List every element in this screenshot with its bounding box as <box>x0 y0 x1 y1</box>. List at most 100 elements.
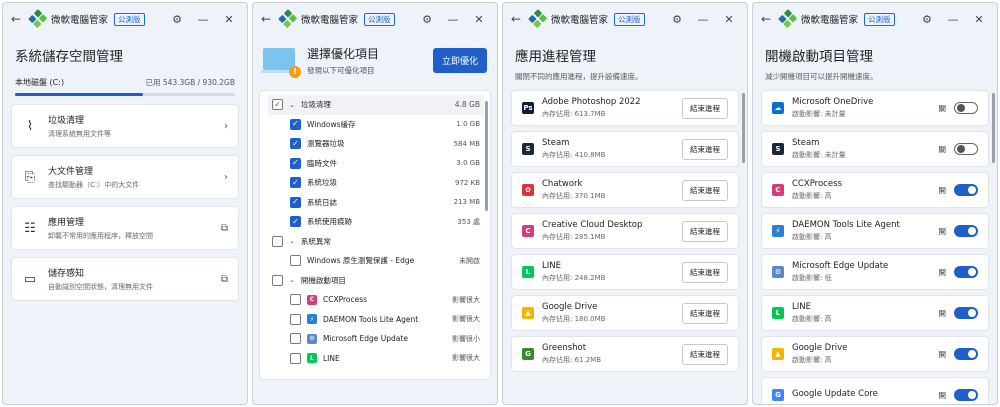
external-link-icon[interactable]: ⧉ <box>221 274 228 285</box>
optimize-item-row[interactable]: ✓ 系統日誌 213 MB <box>268 193 484 213</box>
close-icon[interactable]: ✕ <box>969 13 989 26</box>
item-checkbox[interactable]: ✓ <box>290 177 301 189</box>
item-checkbox[interactable]: ✓ <box>290 157 301 169</box>
end-process-button[interactable]: 結束進程 <box>682 97 728 119</box>
optimize-item-row[interactable]: ✓ 系統垃圾 972 KB <box>268 173 484 193</box>
optimize-item-row[interactable]: ✓ Windows緩存 1.0 GB <box>268 115 484 135</box>
item-checkbox[interactable] <box>290 313 301 325</box>
startup-toggle[interactable] <box>954 225 978 237</box>
optimize-group-row[interactable]: ⌄ 系統異常 <box>268 232 484 252</box>
storage-tool-card[interactable]: ▭ 儲存感知 自動識別空間狀態，清理無用文件 ⧉ <box>11 257 239 301</box>
beta-badge: 公測版 <box>614 12 645 26</box>
item-label: DAEMON Tools Lite Agent <box>323 314 419 324</box>
gear-icon[interactable]: ⚙ <box>667 13 687 26</box>
close-icon[interactable]: ✕ <box>719 13 739 26</box>
startup-toggle[interactable] <box>954 184 978 196</box>
app-logo-icon <box>778 9 798 29</box>
minimize-icon[interactable]: — <box>693 13 713 26</box>
steam-icon: S <box>772 143 784 155</box>
startup-toggle[interactable] <box>954 348 978 360</box>
optimize-item-row[interactable]: Windows 原生瀏覽保護 - Edge 未開啟 <box>268 251 484 271</box>
optimize-item-row[interactable]: C CCXProcess 影響很大 <box>268 290 484 310</box>
group-checkbox[interactable] <box>272 235 283 247</box>
onedrive-icon: ☁ <box>772 102 784 114</box>
startup-name: CCXProcess <box>792 179 842 189</box>
startup-toggle[interactable] <box>954 266 978 278</box>
optimize-item-row[interactable]: ✓ 系統使用痕跡 353 處 <box>268 212 484 232</box>
item-checkbox[interactable]: ✓ <box>290 196 301 208</box>
end-process-button[interactable]: 結束進程 <box>682 343 728 365</box>
item-checkbox[interactable] <box>290 294 301 306</box>
chevron-right-icon[interactable]: › <box>224 121 228 132</box>
optimize-item-row[interactable]: ✓ 臨時文件 3.0 GB <box>268 154 484 174</box>
storage-tool-card[interactable]: ☷ 應用管理 卸載不常用的應用程序，釋放空間 ⧉ <box>11 206 239 250</box>
tool-desc: 卸載不常用的應用程序，釋放空間 <box>48 232 153 240</box>
end-process-button[interactable]: 結束進程 <box>682 261 728 283</box>
item-checkbox[interactable]: ✓ <box>290 216 301 228</box>
startup-name: Microsoft Edge Update <box>792 261 889 271</box>
page-subtitle: 發現以下可優化項目 <box>307 66 375 75</box>
minimize-icon[interactable]: — <box>943 13 963 26</box>
optimize-item-row[interactable]: ⚡ DAEMON Tools Lite Agent 影響很大 <box>268 310 484 330</box>
item-checkbox[interactable]: ✓ <box>290 138 301 150</box>
minimize-icon[interactable]: — <box>443 13 463 26</box>
group-checkbox[interactable] <box>272 274 283 286</box>
end-process-button[interactable]: 結束進程 <box>682 179 728 201</box>
scrollbar[interactable] <box>742 93 745 163</box>
item-value: 影響很大 <box>452 295 480 304</box>
scrollbar[interactable] <box>485 101 488 211</box>
disk-usage-fill <box>15 93 144 96</box>
process-row: L LINE 內存佔用: 248.2MB 結束進程 <box>511 254 739 290</box>
item-value: 584 MB <box>453 139 480 148</box>
item-checkbox[interactable] <box>290 333 301 345</box>
startup-toggle[interactable] <box>954 143 978 155</box>
startup-toggle[interactable] <box>954 389 978 401</box>
chevron-down-icon[interactable]: ⌄ <box>289 276 295 284</box>
optimize-group-row[interactable]: ✓ ⌄ 垃圾清理 4.8 GB <box>268 95 484 115</box>
end-process-button[interactable]: 結束進程 <box>682 302 728 324</box>
app-title: 微軟電腦管家 <box>51 15 109 26</box>
storage-tool-card[interactable]: ⎘ 大文件管理 查找驅動器（C:）中的大文件 › <box>11 155 239 199</box>
scrollbar[interactable] <box>992 93 995 163</box>
close-icon[interactable]: ✕ <box>469 13 489 26</box>
title-bar: ← 微軟電腦管家 公測版 ⚙ — ✕ <box>3 3 247 35</box>
process-name: LINE <box>542 261 561 271</box>
optimize-group-row[interactable]: ⌄ 開機啟動項目 <box>268 271 484 291</box>
gear-icon[interactable]: ⚙ <box>417 13 437 26</box>
back-arrow-icon[interactable]: ← <box>261 12 275 26</box>
optimize-item-row[interactable]: ✓ 瀏覽器垃圾 584 MB <box>268 134 484 154</box>
minimize-icon[interactable]: — <box>193 13 213 26</box>
chevron-down-icon[interactable]: ⌄ <box>289 237 295 245</box>
close-icon[interactable]: ✕ <box>219 13 239 26</box>
gear-icon[interactable]: ⚙ <box>917 13 937 26</box>
external-link-icon[interactable]: ⧉ <box>221 223 228 234</box>
item-checkbox[interactable] <box>290 352 301 364</box>
back-arrow-icon[interactable]: ← <box>511 12 525 26</box>
end-process-button[interactable]: 結束進程 <box>682 138 728 160</box>
page-subtitle: 關閉不同的應用進程，提升設備速度。 <box>515 72 643 81</box>
item-checkbox[interactable]: ✓ <box>290 118 301 130</box>
startup-window: ← 微軟電腦管家 公測版 ⚙ — ✕ 開機啟動項目管理 減少開機項目可以提升開機… <box>752 2 998 405</box>
startup-toggle[interactable] <box>954 102 978 114</box>
item-label: 瀏覽器垃圾 <box>307 139 345 149</box>
back-arrow-icon[interactable]: ← <box>11 12 25 26</box>
optimize-now-button[interactable]: 立即優化 <box>432 48 487 73</box>
optimize-item-row[interactable]: L LINE 影響很大 <box>268 349 484 369</box>
chevron-right-icon[interactable]: › <box>224 172 228 183</box>
chevron-down-icon[interactable]: ⌄ <box>289 101 295 109</box>
app-logo-icon <box>528 9 548 29</box>
item-checkbox[interactable] <box>290 255 301 267</box>
storage-sense-icon: ▭ <box>23 271 37 287</box>
item-label: 臨時文件 <box>307 158 337 168</box>
group-checkbox[interactable]: ✓ <box>272 99 283 111</box>
startup-toggle[interactable] <box>954 307 978 319</box>
group-label: 垃圾清理 <box>300 100 331 110</box>
end-process-button[interactable]: 結束進程 <box>682 220 728 242</box>
edge-update-icon: ⚙ <box>307 333 317 344</box>
storage-tool-card[interactable]: ⌇ 垃圾清理 清理系統無用文件等 › <box>11 104 239 148</box>
gear-icon[interactable]: ⚙ <box>167 13 187 26</box>
item-value: 未開啟 <box>459 256 480 265</box>
back-arrow-icon[interactable]: ← <box>761 12 775 26</box>
line-icon: L <box>772 307 784 319</box>
optimize-item-row[interactable]: ⚙ Microsoft Edge Update 影響很小 <box>268 329 484 349</box>
